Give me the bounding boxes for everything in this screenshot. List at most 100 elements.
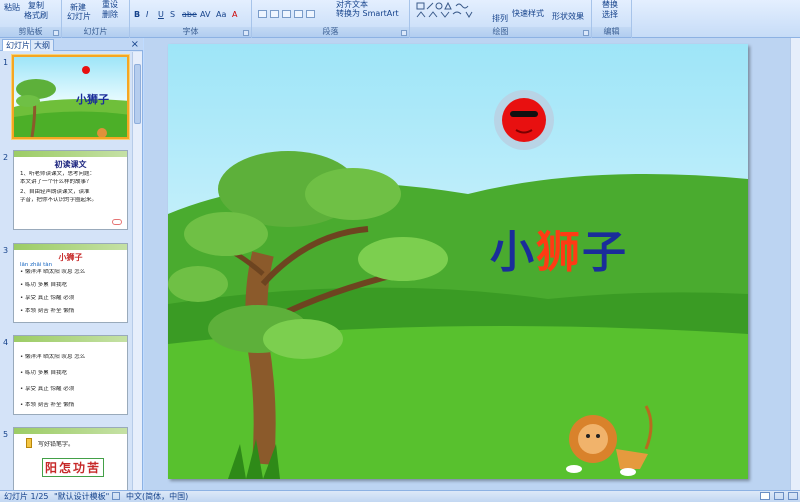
close-icon[interactable]: × <box>131 39 139 50</box>
tab-outline[interactable]: 大纲 <box>30 39 54 51</box>
slide-thumbnail-1[interactable]: 小狮子 <box>12 55 129 139</box>
tree-trunk <box>245 251 276 465</box>
thumb-4-line: • 本领 刻苦 补全 懒惰 <box>20 402 75 408</box>
group-title-drawing: 绘图 <box>410 27 591 37</box>
thumb-number: 3 <box>3 246 9 255</box>
align-text-button[interactable]: 对齐文本 <box>336 0 368 9</box>
group-title-editing: 编辑 <box>592 27 631 37</box>
ribbon-group-paragraph: 对齐文本 转换为 SmartArt 段落 <box>252 0 410 38</box>
ribbon-group-editing: 替换 选择 编辑 <box>592 0 632 38</box>
title-char: 子 <box>582 227 628 278</box>
align-center-icon[interactable] <box>270 10 279 18</box>
status-bar: 幻灯片 1/25 "默认设计模板" 中文(简体，中国) <box>0 490 800 502</box>
delete-button[interactable]: 删除 <box>102 10 118 19</box>
thumb-3-line: • 享受 真正 惊醒 必须 <box>20 295 75 301</box>
italic-button[interactable]: I <box>146 10 148 19</box>
slide-1-preview-art <box>14 66 127 137</box>
thumb-decor-band <box>14 336 127 342</box>
thumb-2-line: 本文讲了一个什么样的故事？ <box>20 179 92 185</box>
thumb-number: 4 <box>3 338 9 347</box>
spellcheck-icon[interactable] <box>112 492 120 500</box>
title-char: 小 <box>490 227 536 278</box>
justify-icon[interactable] <box>294 10 303 18</box>
pencil-icon <box>26 438 32 448</box>
align-right-icon[interactable] <box>282 10 291 18</box>
shape-effects-button[interactable]: 形状效果 <box>552 12 584 21</box>
thumb-3-line: • 懒洋洋 晒太阳 叹息 怎么 <box>20 269 86 275</box>
sun-icon <box>502 98 546 142</box>
normal-view-icon[interactable] <box>760 492 770 500</box>
thumbnail-scrollbar[interactable] <box>132 52 142 490</box>
thumb-4-line: • 懒洋洋 晒太阳 叹息 怎么 <box>20 354 86 360</box>
shapes-gallery-icon[interactable] <box>416 2 486 20</box>
reset-button[interactable]: 重设 <box>102 0 118 9</box>
pane-tabs: 幻灯片 大纲 × <box>0 38 143 51</box>
thumb-4-line: • 练功 多累 自我吃 <box>20 370 67 376</box>
new-slide-label[interactable]: 幻灯片 <box>67 12 91 21</box>
thumb-decor-band <box>14 244 127 250</box>
ribbon-group-clipboard: 粘贴 格式刷 复制 剪贴板 <box>0 0 62 38</box>
slide-thumbnail-5[interactable]: 写好铅笔字。 阳怎功苦 <box>13 427 128 490</box>
ribbon-group-slides: 新建 幻灯片 重设 删除 幻灯片 <box>62 0 130 38</box>
thumb-1-title: 小狮子 <box>76 93 109 106</box>
underline-button[interactable]: U <box>158 10 164 19</box>
ribbon-group-drawing: 排列 快速样式 形状效果 绘图 <box>410 0 592 38</box>
slide-thumbnail-3[interactable]: 小狮子 lǎn zhāi tàn • 懒洋洋 晒太阳 叹息 怎么 • 练功 多累… <box>13 243 128 323</box>
title-char-highlight: 狮 <box>536 227 582 278</box>
thumb-number: 1 <box>3 58 9 67</box>
scrollbar-thumb[interactable] <box>134 64 141 124</box>
quick-styles-button[interactable]: 快速样式 <box>512 9 544 18</box>
strikethrough-button[interactable]: abe <box>182 10 197 19</box>
slide-canvas[interactable]: 小狮子 <box>168 44 748 479</box>
new-slide-button[interactable]: 新建 <box>70 3 86 12</box>
group-title-clipboard: 剪贴板 <box>0 27 61 37</box>
font-color-button[interactable]: A <box>232 10 237 19</box>
paragraph-launcher-icon[interactable] <box>401 30 407 36</box>
select-button[interactable]: 选择 <box>602 10 618 19</box>
thumb-3-line: lǎn zhāi tàn <box>20 262 53 268</box>
thumb-3-line: • 本领 刻苦 补全 懒惰 <box>20 308 75 314</box>
sunglasses-icon <box>510 111 538 117</box>
thumbnail-list: 1 小狮子 2 初读课文 1、听老师读课文，思考问题： 本文讲了一个什么样的故事… <box>0 52 132 490</box>
bold-button[interactable]: B <box>134 10 140 19</box>
thumb-5-chars: 阳怎功苦 <box>42 458 105 477</box>
thumb-decor-band <box>14 428 127 434</box>
thumb-decor-band <box>14 151 127 157</box>
theme-name: "默认设计模板" <box>54 492 110 501</box>
slide-editor: 小狮子 <box>144 38 800 490</box>
thumb-2-line: 2、自由轻声朗读课文，读准 <box>20 189 90 195</box>
sorter-view-icon[interactable] <box>774 492 784 500</box>
font-launcher-icon[interactable] <box>243 30 249 36</box>
convert-smartart-button[interactable]: 转换为 SmartArt <box>336 9 399 18</box>
slide-thumbnail-2[interactable]: 初读课文 1、听老师读课文，思考问题： 本文讲了一个什么样的故事？ 2、自由轻声… <box>13 150 128 230</box>
thumb-number: 2 <box>3 153 9 162</box>
thumb-number: 5 <box>3 430 9 439</box>
slide-title[interactable]: 小狮子 <box>490 216 628 280</box>
group-title-font: 字体 <box>130 27 251 37</box>
thumb-2-line: 字音，把你不认识的字圈起来。 <box>20 197 98 203</box>
replace-button[interactable]: 替换 <box>602 0 618 9</box>
align-left-icon[interactable] <box>258 10 267 18</box>
editor-scrollbar[interactable] <box>790 38 800 490</box>
language-indicator[interactable]: 中文(简体，中国) <box>126 491 188 502</box>
drawing-launcher-icon[interactable] <box>583 30 589 36</box>
slideshow-view-icon[interactable] <box>788 492 798 500</box>
paste-button[interactable]: 粘贴 <box>4 3 20 12</box>
slide-thumbnail-4[interactable]: • 懒洋洋 晒太阳 叹息 怎么 • 练功 多累 自我吃 • 享受 真正 惊醒 必… <box>13 335 128 415</box>
format-painter-button[interactable]: 格式刷 <box>24 11 48 20</box>
shadow-button[interactable]: S <box>170 10 175 19</box>
thumb-2-title: 初读课文 <box>54 160 87 169</box>
ribbon: 粘贴 格式刷 复制 剪贴板 新建 幻灯片 重设 删除 幻灯片 B I U S a… <box>0 0 800 38</box>
columns-icon[interactable] <box>306 10 315 18</box>
slide-counter: 幻灯片 1/25 <box>4 492 49 501</box>
group-title-slides: 幻灯片 <box>62 27 129 37</box>
spacing-button[interactable]: AV <box>200 10 210 19</box>
thumb-4-line: • 享受 真正 惊醒 必须 <box>20 386 75 392</box>
copy-button[interactable]: 复制 <box>28 1 44 10</box>
slides-pane: 幻灯片 大纲 × 1 小狮子 2 初读课文 1、听老师读课文，思考问题： 本文讲… <box>0 38 143 490</box>
change-case-button[interactable]: Aa <box>216 10 226 19</box>
page-badge-icon <box>112 219 122 225</box>
clipboard-launcher-icon[interactable] <box>53 30 59 36</box>
thumb-5-line: 写好铅笔字。 <box>38 441 75 448</box>
arrange-button[interactable]: 排列 <box>492 14 508 23</box>
